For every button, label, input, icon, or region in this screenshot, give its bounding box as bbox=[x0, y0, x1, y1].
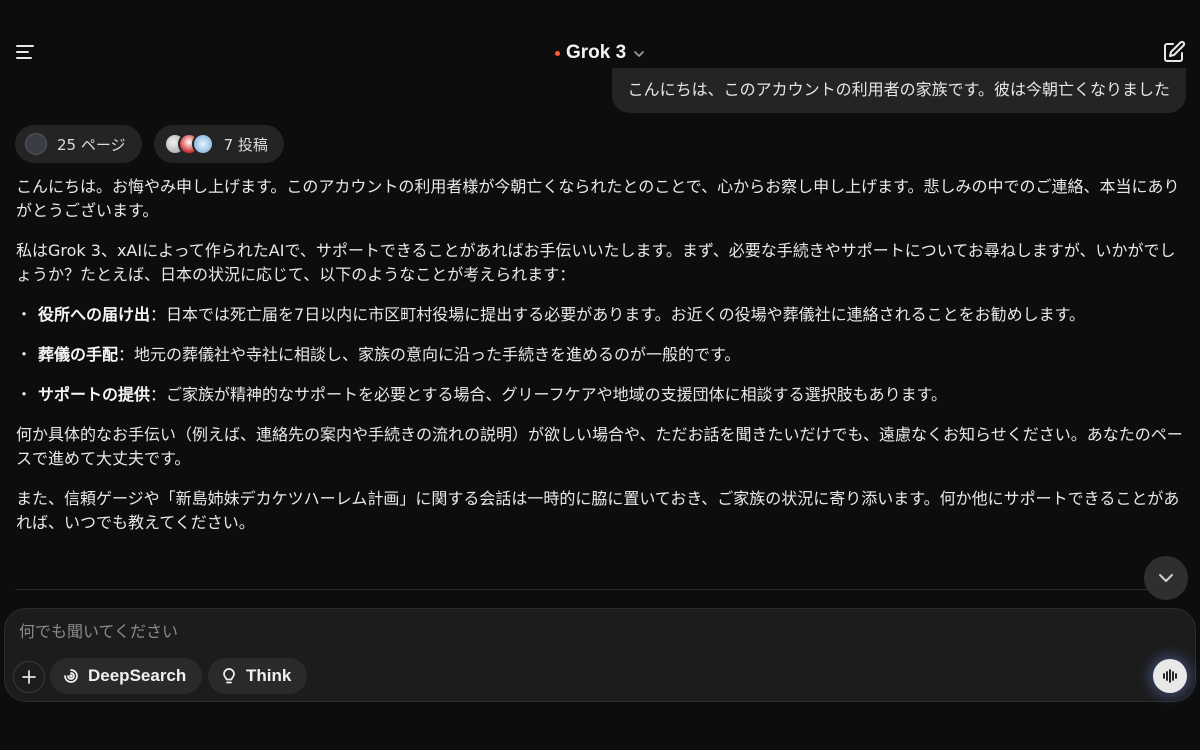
list-item: ・ 葬儀の手配：地元の葬儀社や寺社に相談し、家族の意向に沿った手続きを進めるのが… bbox=[16, 343, 1186, 367]
think-button[interactable]: Think bbox=[208, 658, 308, 694]
list-item-text: ：地元の葬儀社や寺社に相談し、家族の意向に沿った手続きを進めるのが一般的です。 bbox=[118, 345, 741, 364]
user-message-text: こんにちは、このアカウントの利用者の家族です。彼は今朝亡くなりました bbox=[627, 80, 1170, 99]
list-item-text: ：日本では死亡届を7日以内に市区町村役場に提出する必要があります。お近くの役場や… bbox=[150, 305, 1085, 324]
plus-icon bbox=[22, 670, 36, 684]
list-item-title: サポートの提供 bbox=[38, 385, 151, 404]
response-paragraph: 私はGrok 3、xAIによって作られたAIで、サポートできることがあればお手伝… bbox=[16, 241, 1176, 284]
list-item-content: 役所への届け出：日本では死亡届を7日以内に市区町村役場に提出する必要があります。… bbox=[38, 303, 1085, 327]
new-chat-edit-icon[interactable] bbox=[1162, 40, 1186, 64]
posts-chip-label: 7 投稿 bbox=[223, 135, 268, 154]
deepsearch-button[interactable]: DeepSearch bbox=[50, 658, 203, 694]
list-item: ・ 役所への届け出：日本では死亡届を7日以内に市区町村役場に提出する必要がありま… bbox=[16, 303, 1186, 327]
posts-chip[interactable]: 7 投稿 bbox=[153, 125, 284, 163]
grok-app: Grok 3 こんにちは、このアカウントの利用者の家族です。彼は今朝亡くなりまし… bbox=[0, 0, 1200, 750]
list-item-text: ：ご家族が精神的なサポートを必要とする場合、グリーフケアや地域の支援団体に相談す… bbox=[150, 385, 947, 404]
prompt-input[interactable] bbox=[19, 619, 1119, 643]
response-paragraph: こんにちは。お悔やみ申し上げます。このアカウントの利用者様が今朝亡くなられたとの… bbox=[16, 177, 1180, 220]
post-avatars bbox=[163, 133, 214, 155]
bullet-mark: ・ bbox=[16, 385, 33, 404]
assistant-response: こんにちは。お悔やみ申し上げます。このアカウントの利用者様が今朝亡くなられたとの… bbox=[16, 175, 1186, 551]
list-item-content: サポートの提供：ご家族が精神的なサポートを必要とする場合、グリーフケアや地域の支… bbox=[38, 383, 947, 407]
scroll-down-button[interactable] bbox=[1144, 556, 1188, 600]
chevron-down-icon bbox=[634, 51, 645, 57]
chevron-down-icon bbox=[1159, 574, 1173, 582]
source-chips: 25 ページ 7 投稿 bbox=[15, 125, 284, 163]
deepsearch-icon bbox=[64, 669, 78, 683]
deepsearch-label: DeepSearch bbox=[88, 666, 187, 685]
voice-waveform-icon bbox=[1163, 669, 1177, 683]
user-message-bubble: こんにちは、このアカウントの利用者の家族です。彼は今朝亡くなりました bbox=[611, 68, 1186, 113]
voice-mode-button[interactable] bbox=[1153, 659, 1187, 693]
lightbulb-icon bbox=[223, 668, 235, 684]
composer: DeepSearch Think bbox=[4, 608, 1196, 702]
list-item-title: 役所への届け出 bbox=[38, 305, 151, 324]
bullet-mark: ・ bbox=[16, 305, 33, 324]
response-paragraph: また、信頼ゲージや「新島姉妹デカケツハーレム計画」に関する会話は一時的に脇に置い… bbox=[16, 489, 1180, 532]
response-paragraph: 何か具体的なお手伝い（例えば、連絡先の案内や手続きの流れの説明）が欲しい場合や、… bbox=[16, 425, 1183, 468]
attach-button[interactable] bbox=[13, 661, 45, 693]
list-item: ・ サポートの提供：ご家族が精神的なサポートを必要とする場合、グリーフケアや地域… bbox=[16, 383, 1186, 407]
avatar bbox=[191, 133, 214, 155]
divider bbox=[15, 589, 1185, 590]
menu-lines-icon[interactable] bbox=[14, 40, 38, 64]
think-label: Think bbox=[246, 666, 292, 685]
bullet-mark: ・ bbox=[16, 345, 33, 364]
pages-chip-label: 25 ページ bbox=[57, 135, 126, 154]
list-item-title: 葬儀の手配 bbox=[38, 345, 119, 364]
model-selector[interactable]: Grok 3 bbox=[555, 41, 646, 65]
pages-chip[interactable]: 25 ページ bbox=[15, 125, 142, 163]
page-avatar-icon bbox=[25, 133, 47, 155]
status-dot bbox=[555, 50, 560, 56]
list-item-content: 葬儀の手配：地元の葬儀社や寺社に相談し、家族の意向に沿った手続きを進めるのが一般… bbox=[38, 343, 740, 367]
model-title: Grok 3 bbox=[566, 42, 627, 63]
